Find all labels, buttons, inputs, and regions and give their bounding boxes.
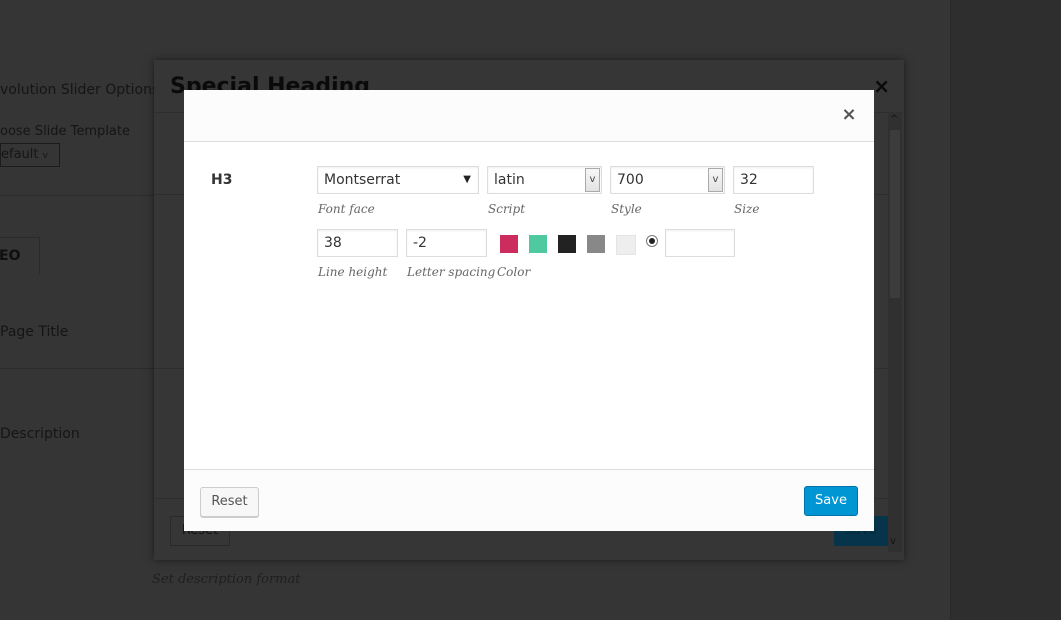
save-button[interactable]: Save [804,486,858,516]
tab-seo: EO [0,237,40,274]
scrollbar-thumb [890,130,900,298]
slider-options-heading: volution Slider Options [0,82,160,98]
custom-color-input[interactable] [665,229,735,257]
size-caption: Size [734,202,760,216]
chevron-down-icon: v [708,168,723,192]
slide-template-value: efault [1,147,39,162]
letter-spacing-input[interactable]: -2 [406,229,487,257]
color-caption: Color [497,265,531,279]
script-select[interactable]: latin v [487,166,602,194]
divider [0,368,154,369]
letter-spacing-value: -2 [413,235,427,251]
caret-down-icon: ▼ [463,174,471,185]
line-height-value: 38 [324,235,342,251]
style-value: 700 [617,172,644,188]
size-value: 32 [740,172,758,188]
slide-template-select: efault v [0,143,60,167]
size-input[interactable]: 32 [733,166,814,194]
background-sidebar [950,0,1061,620]
heading-level-label: H3 [211,172,233,188]
close-icon[interactable]: × [838,104,860,126]
font-face-caption: Font face [318,202,375,216]
script-value: latin [494,172,525,188]
script-caption: Script [488,202,526,216]
letter-spacing-caption: Letter spacing [407,265,496,279]
color-swatch-gray[interactable] [587,235,605,253]
divider [0,195,154,196]
set-description-hint: Set description format [152,572,301,587]
close-icon: × [873,74,890,98]
line-height-caption: Line height [318,265,388,279]
line-height-input[interactable]: 38 [317,229,398,257]
description-label: Description [0,426,80,442]
chevron-up-icon: ^ [890,114,899,125]
color-swatch-teal[interactable] [529,235,547,253]
color-swatch-light[interactable] [616,235,636,255]
page-title-label: Page Title [0,324,69,340]
chevron-down-icon: v [585,168,600,192]
chevron-down-icon: v [42,151,48,161]
color-swatch-black[interactable] [558,235,576,253]
style-select[interactable]: 700 v [610,166,725,194]
outer-scrollbar: ^ v [888,112,902,552]
font-face-value: Montserrat [324,172,401,188]
modal-footer: Reset Save [184,469,874,531]
heading-font-modal: × H3 Montserrat ▼ Font face latin v Scri… [184,90,874,531]
custom-color-radio[interactable] [646,235,658,247]
font-face-select[interactable]: Montserrat ▼ [317,166,479,194]
color-swatch-pink[interactable] [500,235,518,253]
reset-button[interactable]: Reset [200,487,259,517]
style-caption: Style [611,202,642,216]
chevron-down-icon: v [890,536,896,547]
slide-template-label: oose Slide Template [0,124,130,139]
modal-header: × [184,90,874,142]
